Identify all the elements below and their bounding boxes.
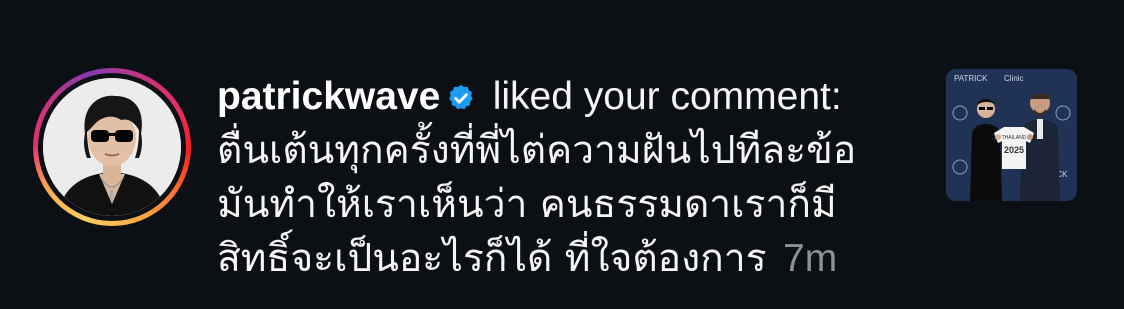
comment-line-3: สิทธิ์จะเป็นอะไรก็ได้ ที่ใจต้องการ 7m	[217, 232, 917, 286]
jersey-number: 2025	[1004, 145, 1024, 155]
jersey-name: THAILAND	[1002, 135, 1027, 141]
avatar	[43, 78, 181, 216]
banner-text-2: Clinic	[1004, 74, 1024, 83]
notification-row[interactable]: patrickwave liked your comment: ตื่นเต้น…	[0, 0, 1124, 309]
story-ring-avatar[interactable]	[33, 68, 191, 226]
verified-badge-icon	[446, 74, 476, 110]
post-thumbnail[interactable]: PATRICK Clinic PATRICK THAILAND 2025	[946, 69, 1077, 201]
comment-line-3-text: สิทธิ์จะเป็นอะไรก็ได้ ที่ใจต้องการ	[217, 236, 767, 281]
timestamp: 7m	[783, 237, 838, 280]
avatar-gap	[38, 73, 186, 221]
action-text: liked your comment:	[492, 75, 842, 118]
comment-line-2: มันทำให้เราเห็นว่า คนธรรมดาเราก็มี	[217, 182, 837, 227]
username-link[interactable]: patrickwave	[217, 75, 440, 118]
banner-text-1: PATRICK	[954, 74, 988, 83]
comment-line-1: ตื่นเต้นทุกครั้งที่พี่ไต่ความฝันไปทีละข้…	[217, 128, 857, 173]
notification-header-line: patrickwave liked your comment:	[217, 70, 917, 124]
notification-text: patrickwave liked your comment: ตื่นเต้น…	[217, 70, 917, 286]
